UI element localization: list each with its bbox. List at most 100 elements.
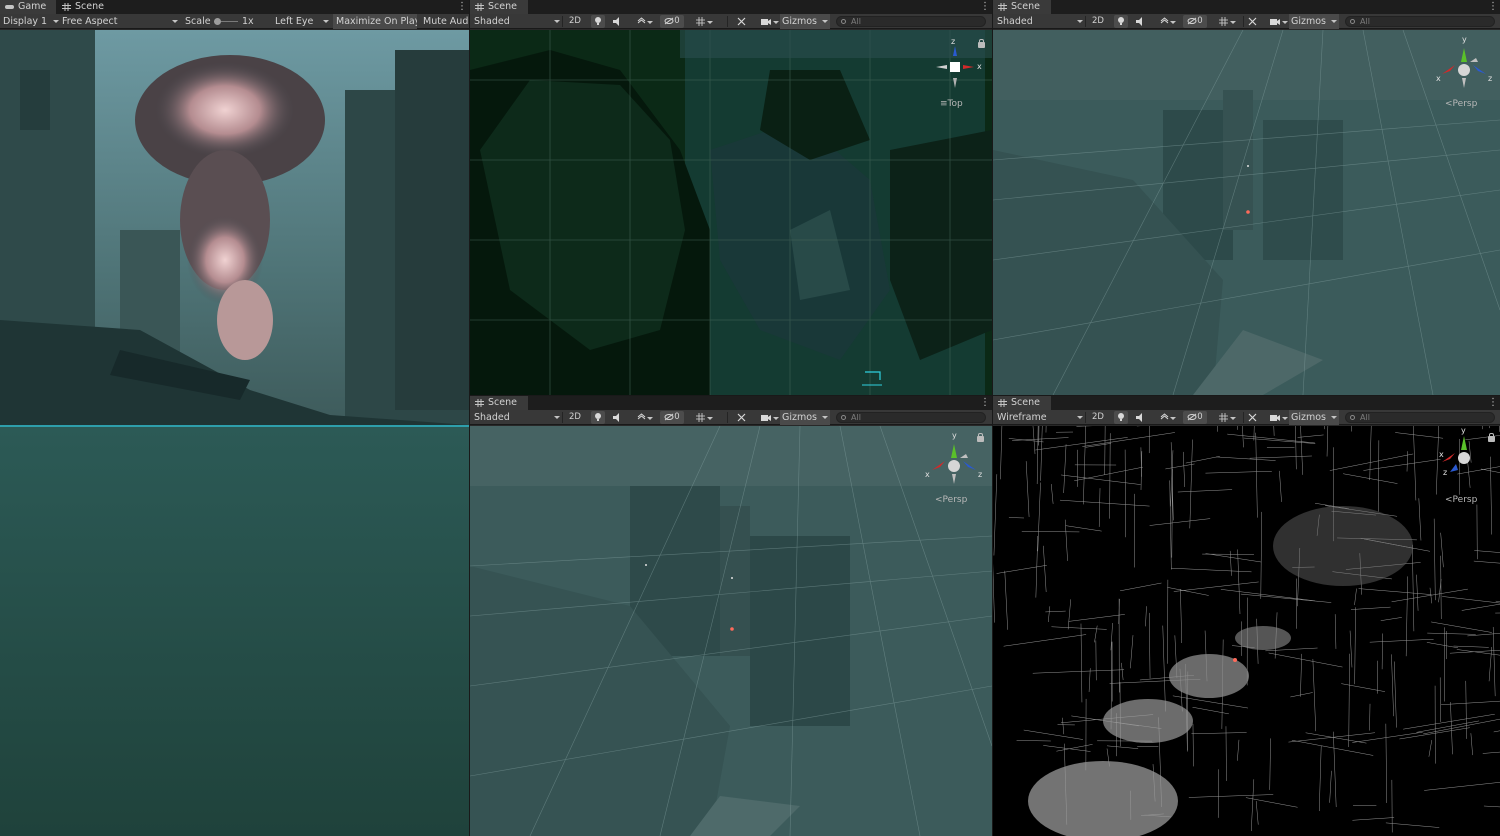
center-cube[interactable] — [1458, 452, 1470, 464]
grid-settings-button[interactable] — [688, 411, 713, 424]
audio-toggle-button[interactable] — [1133, 15, 1147, 28]
effects-toggle-button[interactable] — [1153, 411, 1176, 424]
grid-settings-button[interactable] — [1211, 15, 1236, 28]
camera-button[interactable] — [1263, 15, 1288, 28]
kebab-menu-icon[interactable]: ⋮ — [457, 0, 467, 14]
scene-tr-viewport[interactable]: y x z <Persp — [993, 30, 1500, 395]
draw-mode-dropdown[interactable]: Shaded — [474, 14, 562, 29]
z-axis-cone[interactable] — [1473, 65, 1486, 74]
tab-game[interactable]: Game — [0, 0, 56, 14]
z-axis-cone[interactable] — [953, 46, 957, 56]
effects-toggle-button[interactable] — [630, 15, 653, 28]
tab-scene[interactable]: Scene — [993, 0, 1051, 14]
lighting-toggle-button[interactable] — [1114, 15, 1128, 28]
z-axis-cone[interactable] — [963, 461, 976, 470]
projection-label[interactable]: ≡Top — [940, 99, 963, 109]
top-orientation-gizmo[interactable] — [927, 38, 983, 94]
neg-y-axis-cone[interactable] — [1462, 78, 1466, 88]
scale-slider-handle[interactable] — [214, 18, 221, 25]
2d-toggle-button[interactable]: 2D — [566, 411, 584, 424]
x-axis-cone[interactable] — [963, 65, 974, 69]
y-axis-cone[interactable] — [951, 444, 957, 458]
neg-x-axis-cone[interactable] — [1470, 58, 1478, 62]
search-input[interactable]: All — [836, 412, 986, 423]
audio-toggle-button[interactable] — [610, 15, 624, 28]
x-axis-cone[interactable] — [1442, 65, 1455, 74]
neg-x-axis-cone[interactable] — [936, 65, 947, 69]
scene-bm-toolbar: Shaded 2D 0 Gizmos All — [470, 410, 992, 425]
effects-toggle-button[interactable] — [630, 411, 653, 424]
search-input[interactable]: All — [1345, 16, 1495, 27]
center-cube[interactable] — [948, 460, 960, 472]
tools-button[interactable] — [1245, 411, 1259, 424]
effects-toggle-button[interactable] — [1153, 15, 1176, 28]
mute-audio-button[interactable]: Mute Audio — [420, 14, 469, 29]
tab-scene[interactable]: Scene — [57, 0, 113, 14]
neg-x-axis-cone[interactable] — [960, 454, 968, 458]
y-axis-cone[interactable] — [1461, 48, 1467, 62]
draw-mode-dropdown[interactable]: Shaded — [474, 410, 562, 425]
2d-toggle-button[interactable]: 2D — [1089, 411, 1107, 424]
gizmos-dropdown[interactable]: Gizmos — [780, 410, 830, 425]
tools-button[interactable] — [1245, 15, 1259, 28]
tab-scene[interactable]: Scene — [993, 396, 1051, 410]
audio-toggle-button[interactable] — [1133, 411, 1147, 424]
2d-toggle-button[interactable]: 2D — [1089, 15, 1107, 28]
camera-button[interactable] — [754, 411, 779, 424]
tab-scene[interactable]: Scene — [470, 396, 528, 410]
tools-button[interactable] — [734, 15, 748, 28]
persp-orientation-gizmo[interactable] — [926, 436, 982, 492]
kebab-menu-icon[interactable]: ⋮ — [980, 0, 990, 14]
scale-slider[interactable] — [214, 18, 238, 25]
center-cube[interactable] — [950, 62, 960, 72]
search-input[interactable]: All — [836, 16, 986, 27]
persp-orientation-gizmo[interactable] — [1436, 40, 1492, 96]
scene-visibility-toggle[interactable]: 0 — [1183, 15, 1207, 28]
z-axis-cone[interactable] — [1450, 464, 1458, 472]
lighting-toggle-button[interactable] — [591, 411, 605, 424]
y-axis-cone[interactable] — [1461, 436, 1467, 450]
scene-wf-viewport[interactable]: y x z <Persp — [993, 426, 1500, 836]
kebab-menu-icon[interactable]: ⋮ — [1488, 0, 1498, 14]
draw-mode-dropdown[interactable]: Shaded — [997, 14, 1085, 29]
grid-settings-button[interactable] — [688, 15, 713, 28]
game-view[interactable] — [0, 30, 469, 836]
aspect-dropdown[interactable]: Free Aspect — [62, 14, 180, 29]
tools-button[interactable] — [734, 411, 748, 424]
search-input[interactable]: All — [1345, 412, 1495, 423]
camera-button[interactable] — [754, 15, 779, 28]
scene-visibility-toggle[interactable]: 0 — [660, 411, 684, 424]
lock-icon[interactable] — [978, 39, 985, 48]
scene-bm-viewport[interactable]: y x z <Persp — [470, 426, 992, 836]
gizmos-dropdown[interactable]: Gizmos — [780, 14, 830, 29]
scene-persp-top-right-panel: Scene ⋮ Shaded 2D 0 Gizmos All y x z <Pe… — [993, 0, 1500, 395]
audio-toggle-button[interactable] — [610, 411, 624, 424]
lighting-toggle-button[interactable] — [591, 15, 605, 28]
draw-mode-dropdown[interactable]: Wireframe — [997, 410, 1085, 425]
projection-label[interactable]: <Persp — [1445, 99, 1477, 109]
camera-button[interactable] — [1263, 411, 1288, 424]
2d-toggle-button[interactable]: 2D — [566, 15, 584, 28]
lock-icon[interactable] — [977, 433, 984, 442]
game-render — [0, 30, 469, 836]
neg-y-axis-cone[interactable] — [952, 474, 956, 484]
display-dropdown[interactable]: Display 1 — [3, 14, 59, 29]
maximize-on-play-button[interactable]: Maximize On Play — [333, 14, 417, 29]
scene-visibility-toggle[interactable]: 0 — [1183, 411, 1207, 424]
lock-icon[interactable] — [1488, 433, 1495, 442]
projection-label[interactable]: <Persp — [1445, 495, 1477, 505]
scene-visibility-toggle[interactable]: 0 — [660, 15, 684, 28]
gizmos-dropdown[interactable]: Gizmos — [1289, 410, 1339, 425]
x-axis-cone[interactable] — [932, 461, 945, 470]
scene-top-viewport[interactable]: z x ≡Top — [470, 30, 992, 395]
kebab-menu-icon[interactable]: ⋮ — [980, 396, 990, 410]
grid-settings-button[interactable] — [1211, 411, 1236, 424]
neg-z-axis-cone[interactable] — [953, 78, 957, 88]
kebab-menu-icon[interactable]: ⋮ — [1488, 396, 1498, 410]
eye-dropdown[interactable]: Left Eye — [275, 14, 331, 29]
center-cube[interactable] — [1458, 64, 1470, 76]
lighting-toggle-button[interactable] — [1114, 411, 1128, 424]
projection-label[interactable]: <Persp — [935, 495, 967, 505]
tab-scene[interactable]: Scene — [470, 0, 528, 14]
gizmos-dropdown[interactable]: Gizmos — [1289, 14, 1339, 29]
